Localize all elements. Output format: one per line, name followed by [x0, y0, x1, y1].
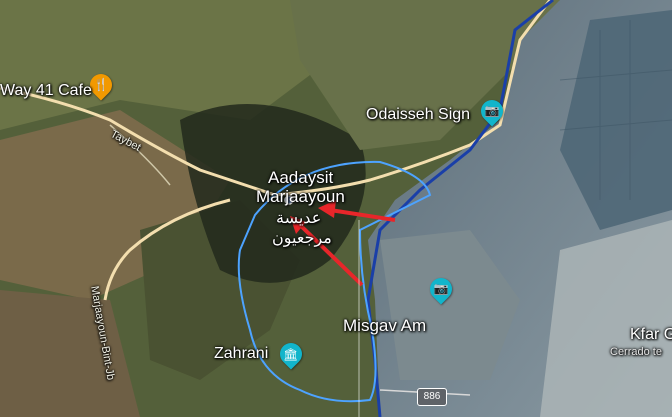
arabic-label-line1: عديسة [276, 210, 322, 227]
route-886-shield: 886 [417, 388, 447, 406]
misgav-label[interactable]: Misgav Am [343, 316, 426, 336]
kfar-label[interactable]: Kfar G [630, 326, 672, 344]
camera-icon: 📷 [484, 104, 500, 119]
cafe-label[interactable]: Way 41 Cafe [0, 82, 92, 100]
cafe-icon: 🍴 [93, 78, 109, 93]
satellite-map[interactable]: 🍴 📷 📷 🏛 Way 41 Cafe Odaisseh Sign Aadays… [0, 0, 672, 417]
zahrani-label[interactable]: Zahrani [214, 345, 268, 363]
odaisseh-label[interactable]: Odaisseh Sign [366, 106, 470, 124]
marjaayoun-label[interactable]: Marjaayoun [256, 187, 345, 207]
cerrado-label: Cerrado te [610, 346, 662, 358]
arabic-label-line2: مرجعيون [272, 230, 332, 247]
museum-icon: 🏛 [283, 347, 299, 362]
camera-icon: 📷 [433, 282, 449, 297]
aadaysit-label[interactable]: Aadaysit [268, 168, 333, 188]
